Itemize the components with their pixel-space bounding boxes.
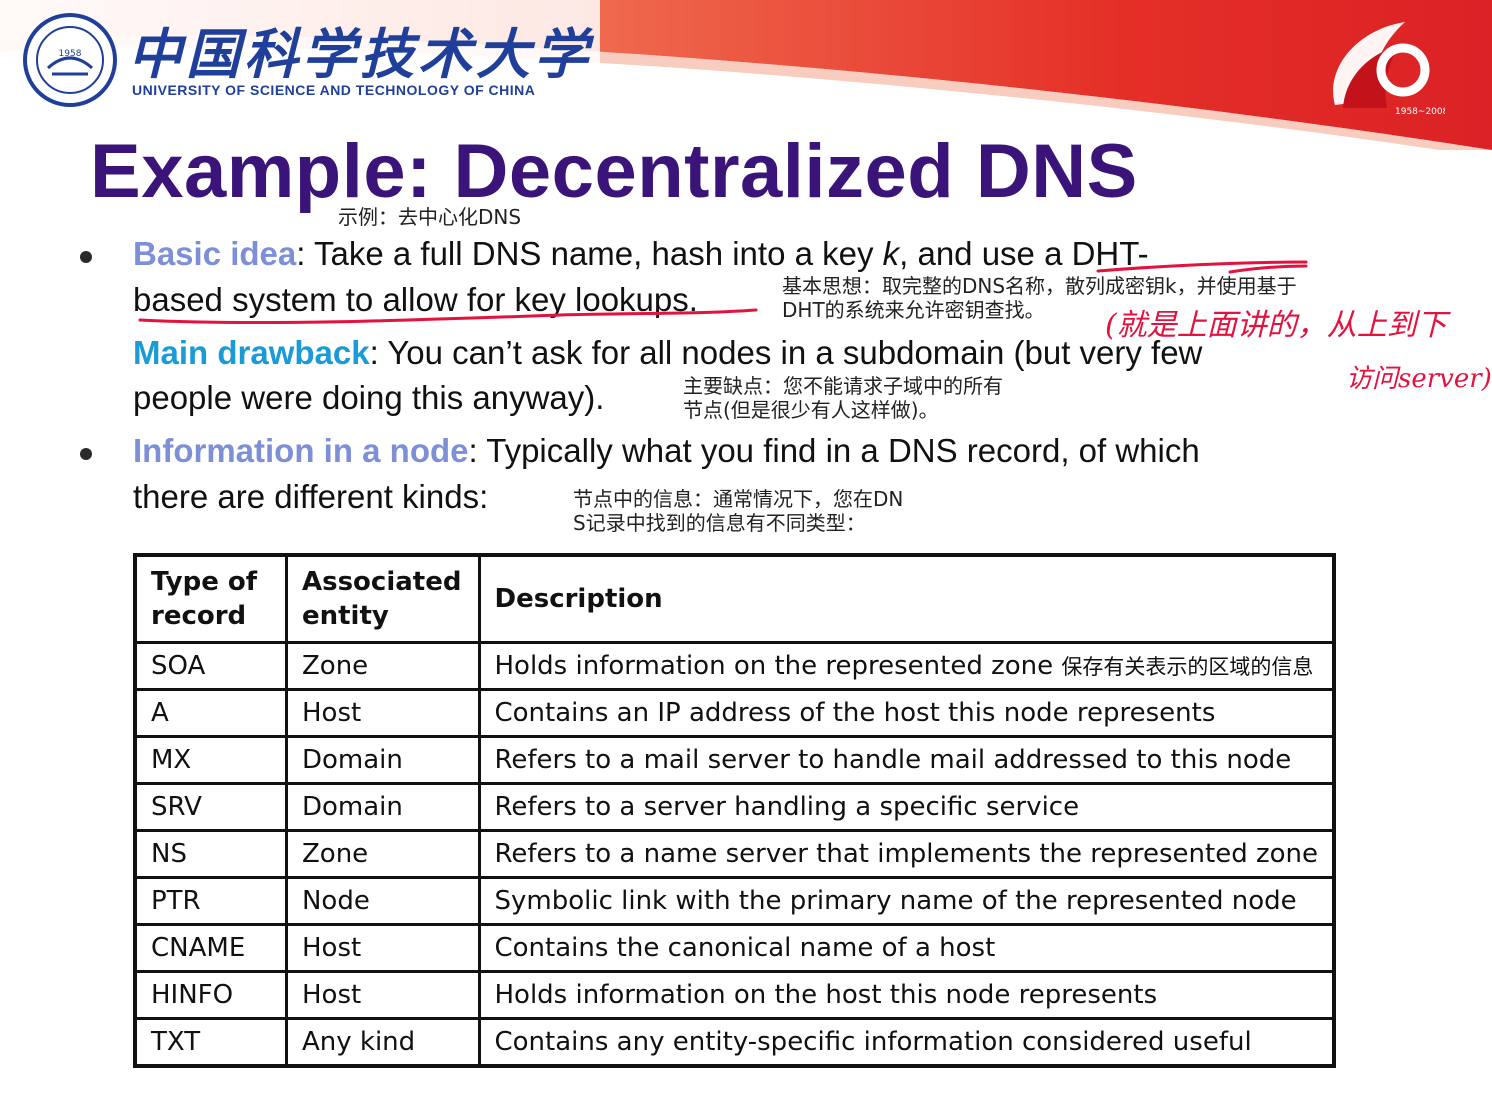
- record-description: Holds information on the represented zon…: [477, 641, 1336, 691]
- record-description-text: Holds information on the represented zon…: [494, 651, 1054, 681]
- record-description: Contains an IP address of the host this …: [477, 688, 1336, 738]
- soa-translation: 保存有关表示的区域的信息: [1061, 655, 1314, 679]
- record-entity: Host: [284, 688, 481, 738]
- record-entity: Any kind: [284, 1017, 481, 1068]
- record-entity: Host: [284, 923, 481, 973]
- dns-record-table: Type of record Associated entity Descrip…: [133, 553, 1336, 1068]
- record-type: A: [133, 688, 288, 738]
- record-entity: Zone: [284, 829, 481, 879]
- record-type: SRV: [133, 782, 288, 832]
- record-entity: Zone: [284, 641, 481, 691]
- table-row: MX Domain Refers to a mail server to han…: [133, 735, 1336, 785]
- header-type-of-record: Type of record: [133, 553, 288, 644]
- record-type: CNAME: [133, 923, 288, 973]
- record-description: Refers to a mail server to handle mail a…: [477, 735, 1336, 785]
- record-entity: Domain: [284, 782, 481, 832]
- record-description: Holds information on the host this node …: [477, 970, 1336, 1020]
- record-type: TXT: [133, 1017, 288, 1068]
- header-associated-entity: Associated entity: [284, 553, 481, 644]
- table-row: HINFO Host Holds information on the host…: [133, 970, 1336, 1020]
- record-entity: Domain: [284, 735, 481, 785]
- table-row: SRV Domain Refers to a server handling a…: [133, 782, 1336, 832]
- table-row: PTR Node Symbolic link with the primary …: [133, 876, 1336, 926]
- record-type: NS: [133, 829, 288, 879]
- record-description: Refers to a server handling a specific s…: [477, 782, 1336, 832]
- table-row: NS Zone Refers to a name server that imp…: [133, 829, 1336, 879]
- record-type: SOA: [133, 641, 288, 691]
- underline-key-lookups: [138, 308, 758, 325]
- record-type: MX: [133, 735, 288, 785]
- record-type: HINFO: [133, 970, 288, 1020]
- record-entity: Host: [284, 970, 481, 1020]
- table-row: A Host Contains an IP address of the hos…: [133, 688, 1336, 738]
- header-description: Description: [477, 553, 1336, 644]
- record-description: Contains any entity-specific information…: [477, 1017, 1336, 1068]
- record-description: Symbolic link with the primary name of t…: [477, 876, 1336, 926]
- table-header-row: Type of record Associated entity Descrip…: [133, 553, 1336, 644]
- record-description: Refers to a name server that implements …: [477, 829, 1336, 879]
- table-row: CNAME Host Contains the canonical name o…: [133, 923, 1336, 973]
- record-entity: Node: [284, 876, 481, 926]
- underline-dht: [1096, 260, 1308, 274]
- record-type: PTR: [133, 876, 288, 926]
- table-row: TXT Any kind Contains any entity-specifi…: [133, 1017, 1336, 1068]
- table-row: SOA Zone Holds information on the repres…: [133, 641, 1336, 691]
- record-description: Contains the canonical name of a host: [477, 923, 1336, 973]
